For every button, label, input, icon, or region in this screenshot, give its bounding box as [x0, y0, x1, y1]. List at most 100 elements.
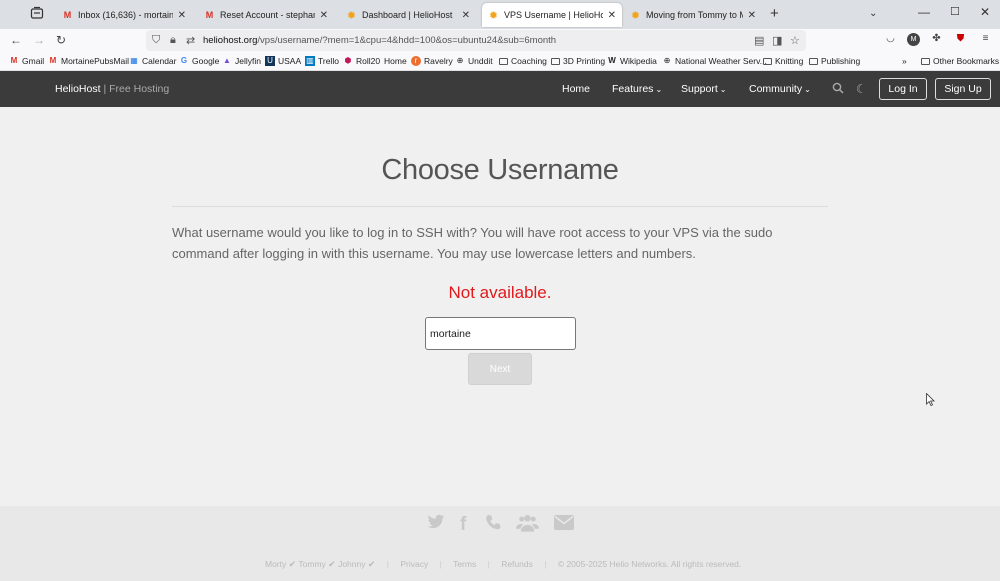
- users-icon[interactable]: [516, 514, 539, 538]
- ravelry-icon: r: [411, 56, 421, 66]
- username-input[interactable]: [425, 317, 576, 350]
- browser-tab[interactable]: ✹ Moving from Tommy to Mars? - ✕: [624, 3, 762, 27]
- more-bookmarks-icon[interactable]: »: [902, 56, 907, 66]
- envelope-icon[interactable]: [554, 514, 574, 536]
- close-icon[interactable]: ✕: [608, 10, 616, 21]
- bookmark-label: Unddit: [468, 56, 493, 66]
- divider: [172, 206, 828, 207]
- bookmark-item[interactable]: W Wikipedia: [607, 56, 657, 66]
- other-bookmarks[interactable]: Other Bookmarks: [921, 56, 999, 66]
- gmail-icon: M: [205, 10, 214, 20]
- url-bar[interactable]: ⛉ 🔒︎ ⇄ heliohost.org/vps/username/?mem=1…: [146, 30, 806, 51]
- close-window-icon[interactable]: ✕: [980, 5, 990, 19]
- translate-icon[interactable]: ◨: [772, 34, 782, 47]
- nav-home[interactable]: Home: [562, 83, 590, 95]
- reload-icon[interactable]: ↻: [56, 33, 66, 47]
- bookmark-item[interactable]: M MortainePubsMail: [48, 56, 129, 66]
- browser-tab[interactable]: M Reset Account - stephanie@m ✕: [198, 3, 334, 27]
- instructions-text: What username would you like to log in t…: [172, 225, 773, 261]
- browser-tab[interactable]: M Inbox (16,636) - mortaine@gma ✕: [56, 3, 192, 27]
- bookmark-label: Trello: [318, 56, 339, 66]
- nav-community-label: Community: [749, 83, 803, 95]
- server-status-morty[interactable]: Morty: [265, 559, 286, 569]
- bookmark-item[interactable]: r Ravelry: [411, 56, 453, 66]
- gmail-icon: M: [49, 56, 57, 65]
- heliohost-icon: ✹: [346, 9, 357, 22]
- bookmark-item[interactable]: Home: [384, 56, 407, 66]
- lock-icon[interactable]: 🔒︎: [170, 34, 176, 47]
- bookmark-item[interactable]: ⬢ Roll20: [343, 56, 381, 66]
- ublock-icon[interactable]: ⛊: [954, 33, 967, 46]
- tab-title: Dashboard | HelioHost: [362, 10, 453, 20]
- account-avatar-icon[interactable]: M: [907, 33, 920, 46]
- permissions-icon[interactable]: ⇄: [186, 34, 195, 47]
- close-icon[interactable]: ✕: [462, 10, 470, 21]
- next-button[interactable]: Next: [468, 353, 532, 385]
- reader-view-icon[interactable]: ▤: [754, 34, 764, 47]
- bookmark-label: Wikipedia: [620, 56, 657, 66]
- bookmark-item[interactable]: Coaching: [499, 56, 547, 66]
- bookmark-item[interactable]: ▦ Calendar: [129, 56, 176, 66]
- folder-icon: [809, 57, 818, 65]
- bookmark-item[interactable]: M Gmail: [9, 56, 45, 66]
- twitter-icon[interactable]: [427, 514, 445, 536]
- bookmark-item[interactable]: Publishing: [809, 56, 860, 66]
- brand-name: HelioHost: [55, 83, 101, 95]
- bookmark-label: Home: [384, 56, 407, 66]
- brand-separator: |: [103, 83, 107, 95]
- nav-support[interactable]: Support ⌄: [681, 83, 726, 95]
- signup-button[interactable]: Sign Up: [935, 78, 991, 100]
- server-status-johnny[interactable]: Johnny: [338, 559, 365, 569]
- nav-community[interactable]: Community ⌄: [749, 83, 811, 95]
- close-icon[interactable]: ✕: [748, 10, 756, 21]
- close-icon[interactable]: ✕: [320, 10, 328, 21]
- nav-features-label: Features: [612, 83, 654, 95]
- bookmark-item[interactable]: ⊕ National Weather Serv...: [662, 56, 767, 66]
- nav-features[interactable]: Features ⌄: [612, 83, 662, 95]
- tab-title: VPS Username | HelioHost: [504, 10, 603, 20]
- browser-tab[interactable]: ✹ Dashboard | HelioHost ✕: [340, 3, 476, 27]
- bookmark-label: MortainePubsMail: [61, 56, 130, 66]
- menu-icon[interactable]: ≡: [979, 33, 992, 46]
- tab-title: Inbox (16,636) - mortaine@gma: [78, 10, 173, 20]
- star-icon[interactable]: ☆: [790, 34, 800, 47]
- phone-icon[interactable]: [485, 514, 502, 537]
- globe-icon: ⊕: [663, 56, 671, 65]
- trello-icon: ▥: [305, 56, 315, 66]
- new-tab-icon[interactable]: +: [770, 5, 779, 22]
- url-path: /vps/username/?mem=1&cpu=4&hdd=100&os=ub…: [257, 35, 557, 46]
- tab-list-icon[interactable]: [30, 6, 48, 22]
- site-brand[interactable]: HelioHost | Free Hosting: [55, 83, 169, 95]
- chevron-down-icon[interactable]: ⌄: [869, 8, 877, 19]
- facebook-icon[interactable]: f: [460, 514, 466, 536]
- minimize-icon[interactable]: —: [918, 5, 930, 19]
- forward-icon[interactable]: →: [33, 33, 45, 47]
- moon-icon[interactable]: ☾: [856, 82, 867, 96]
- bookmark-item[interactable]: U USAA: [265, 56, 301, 66]
- server-status-tommy[interactable]: Tommy: [298, 559, 325, 569]
- browser-nav-bar: ← → ↻ ⛉ 🔒︎ ⇄ heliohost.org/vps/username/…: [0, 29, 1000, 53]
- extensions-icon[interactable]: ✤: [930, 33, 943, 46]
- bookmark-item[interactable]: G Google: [179, 56, 220, 66]
- search-icon[interactable]: [832, 82, 844, 97]
- page-title: Choose Username: [381, 154, 619, 186]
- login-button[interactable]: Log In: [879, 78, 927, 100]
- browser-tab-active[interactable]: ✹ VPS Username | HelioHost ✕: [482, 3, 622, 27]
- usaa-icon: U: [265, 56, 275, 66]
- shield-icon[interactable]: ⛉: [152, 34, 160, 47]
- bookmark-item[interactable]: Knitting: [763, 56, 803, 66]
- main-content: Choose Username What username would you …: [0, 107, 1000, 506]
- bookmark-label: Jellyfin: [235, 56, 261, 66]
- bookmark-item[interactable]: ⊕ Unddit: [455, 56, 493, 66]
- terms-link[interactable]: Terms: [453, 559, 476, 569]
- refunds-link[interactable]: Refunds: [501, 559, 533, 569]
- bookmark-item[interactable]: 3D Printing: [551, 56, 605, 66]
- close-icon[interactable]: ✕: [178, 10, 186, 21]
- pocket-icon[interactable]: ◡: [884, 33, 897, 46]
- url-text[interactable]: heliohost.org/vps/username/?mem=1&cpu=4&…: [203, 35, 556, 46]
- bookmark-item[interactable]: ▲ Jellyfin: [222, 56, 261, 66]
- privacy-link[interactable]: Privacy: [400, 559, 428, 569]
- bookmark-item[interactable]: ▥ Trello: [305, 56, 339, 66]
- back-icon[interactable]: ←: [10, 33, 22, 47]
- maximize-icon[interactable]: ☐: [950, 5, 960, 18]
